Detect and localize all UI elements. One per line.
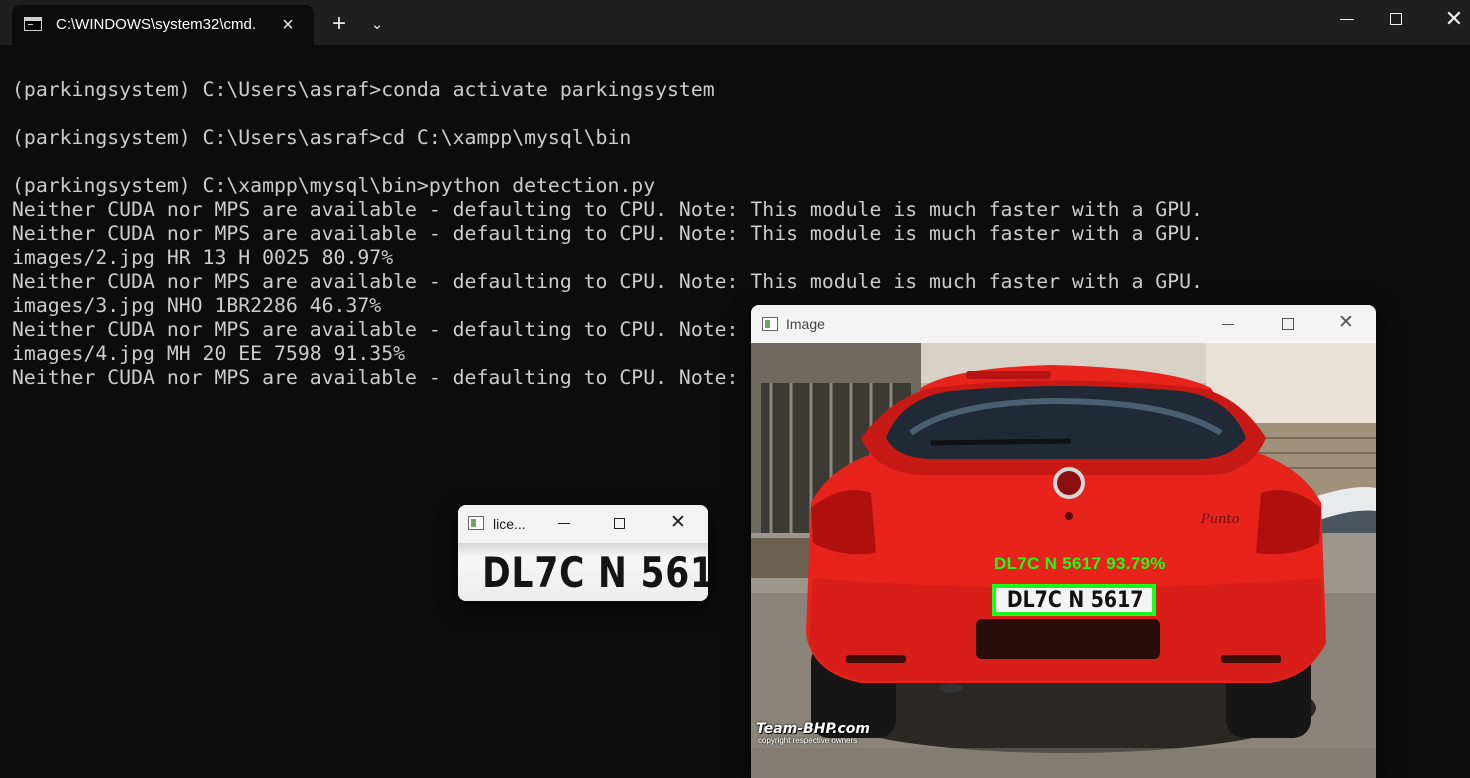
terminal-line: Neither CUDA nor MPS are available - def…: [12, 270, 1203, 293]
license-minimize-button[interactable]: [554, 515, 576, 533]
terminal-line: Neither CUDA nor MPS are available - def…: [12, 198, 1203, 221]
maximize-icon: [1282, 318, 1294, 330]
license-window-titlebar[interactable]: lice... ✕: [458, 505, 708, 543]
license-window[interactable]: lice... ✕ DL7C N 5617: [458, 505, 708, 601]
image-close-button[interactable]: ✕: [1334, 312, 1358, 334]
maximize-button[interactable]: [1375, 4, 1419, 36]
maximize-icon: [614, 518, 625, 529]
detection-label: DL7C N 5617 93.79%: [994, 554, 1166, 573]
terminal-titlebar: C:\WINDOWS\system32\cmd. × + ⌄ ✕: [0, 0, 1470, 45]
license-plate-crop-text: DL7C N 5617: [482, 548, 708, 597]
minimize-icon: [1222, 324, 1234, 325]
terminal-line: images/2.jpg HR 13 H 0025 80.97%: [12, 246, 394, 269]
license-window-title: lice...: [493, 516, 526, 532]
minimize-icon: [1340, 19, 1354, 20]
close-button[interactable]: ✕: [1432, 4, 1470, 36]
image-window[interactable]: Image ✕ Punto DL7C N 5617 93.79% DL7C N …: [751, 305, 1376, 778]
license-maximize-button[interactable]: [610, 515, 632, 533]
tab-cmd[interactable]: C:\WINDOWS\system32\cmd. ×: [12, 5, 314, 45]
new-tab-icon[interactable]: +: [326, 12, 352, 38]
tab-title: C:\WINDOWS\system32\cmd.: [56, 16, 257, 33]
opencv-window-icon: [468, 516, 484, 530]
terminal-line: (parkingsystem) C:\Users\asraf>conda act…: [12, 78, 715, 101]
detection-bounding-box: [992, 584, 1156, 616]
terminal-line: Neither CUDA nor MPS are available - def…: [12, 222, 1203, 245]
image-maximize-button[interactable]: [1277, 315, 1299, 333]
minimize-icon: [558, 523, 570, 524]
maximize-icon: [1390, 13, 1402, 25]
tab-close-icon[interactable]: ×: [276, 13, 300, 37]
license-plate-crop-image: DL7C N 5617: [458, 543, 708, 601]
image-window-titlebar[interactable]: Image ✕: [751, 305, 1376, 343]
photo-watermark-sub: copyright respective owners: [758, 736, 858, 745]
opencv-window-icon: [762, 317, 778, 331]
license-close-button[interactable]: ✕: [666, 512, 690, 534]
image-minimize-button[interactable]: [1217, 315, 1239, 333]
terminal-line: (parkingsystem) C:\xampp\mysql\bin>pytho…: [12, 174, 656, 197]
minimize-button[interactable]: [1325, 4, 1369, 36]
terminal-line: (parkingsystem) C:\Users\asraf>cd C:\xam…: [12, 126, 632, 149]
photo-watermark: Team-BHP.com: [756, 721, 870, 737]
svg-text:Punto: Punto: [1200, 512, 1240, 527]
image-window-title: Image: [786, 316, 825, 332]
cmd-icon: [24, 17, 42, 31]
chevron-down-icon[interactable]: ⌄: [364, 12, 390, 38]
